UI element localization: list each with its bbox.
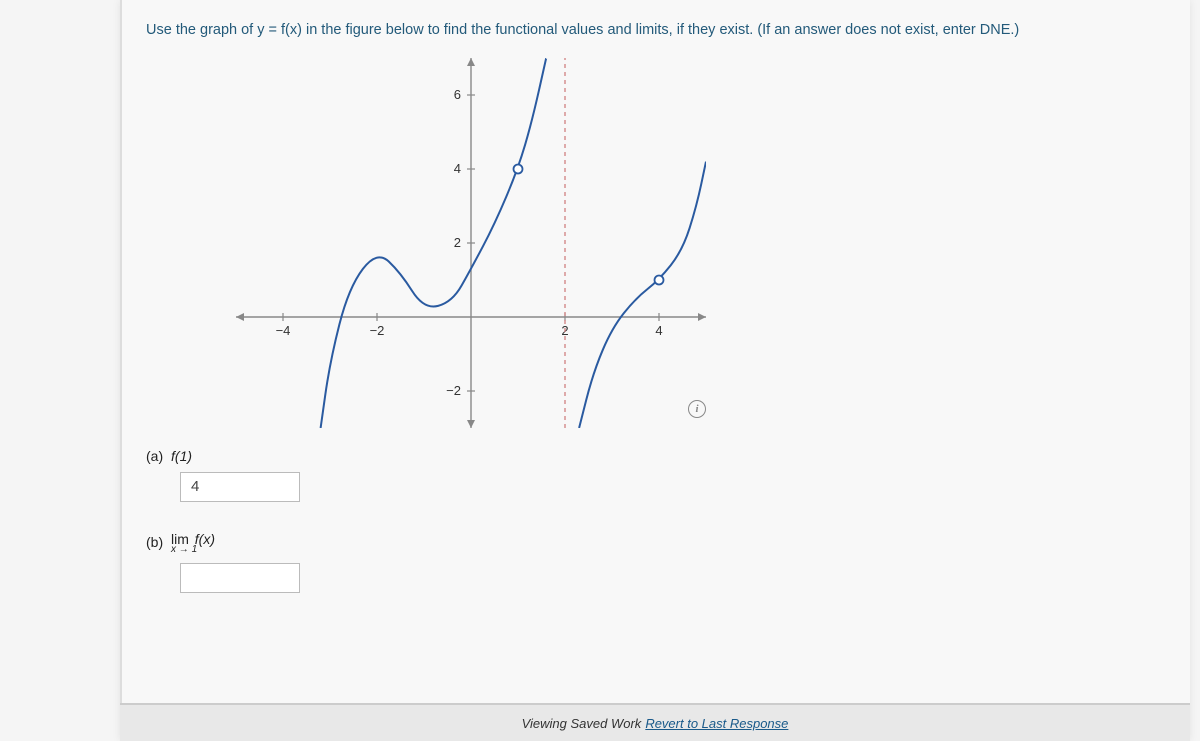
question-b-label: (b) lim f(x) x → 1 — [146, 532, 215, 555]
problem-container: Use the graph of y = f(x) in the figure … — [120, 0, 1190, 741]
revert-link[interactable]: Revert to Last Response — [645, 716, 788, 731]
instruction-text: Use the graph of y = f(x) in the figure … — [146, 20, 1166, 42]
question-a: (a) f(1) — [146, 448, 1166, 502]
svg-text:6: 6 — [454, 87, 461, 102]
limit-expr: lim f(x) x → 1 — [171, 532, 215, 555]
footer-status-bar: Viewing Saved Work Revert to Last Respon… — [120, 703, 1190, 741]
answer-input-a[interactable] — [180, 472, 300, 502]
lim-fn: f(x) — [195, 531, 215, 547]
info-icon[interactable]: i — [688, 400, 706, 418]
svg-text:−2: −2 — [446, 383, 461, 398]
svg-text:−2: −2 — [370, 323, 385, 338]
answer-input-b[interactable] — [180, 563, 300, 593]
question-a-label: (a) f(1) — [146, 448, 192, 464]
graph-svg: yx−4−224−2246 — [236, 58, 706, 428]
expr-a: f(1) — [171, 448, 192, 464]
svg-text:−4: −4 — [276, 323, 291, 338]
part-b: (b) — [146, 534, 163, 550]
svg-text:4: 4 — [454, 161, 461, 176]
questions-block: (a) f(1) (b) lim f(x) x → 1 — [146, 448, 1166, 593]
question-b: (b) lim f(x) x → 1 — [146, 532, 1166, 593]
part-a: (a) — [146, 448, 163, 464]
graph-figure: yx−4−224−2246 i — [236, 58, 706, 428]
svg-text:4: 4 — [655, 323, 662, 338]
footer-prefix: Viewing Saved Work — [522, 716, 642, 731]
svg-text:2: 2 — [454, 235, 461, 250]
